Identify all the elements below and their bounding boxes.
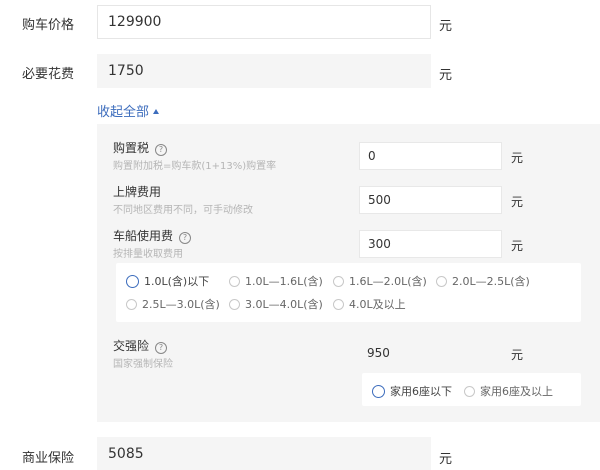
- plate-fee-title: 上牌费用: [113, 185, 162, 199]
- purchase-tax-unit: 元: [511, 151, 524, 165]
- commercial-insurance-input: 5085: [97, 437, 431, 470]
- compulsory-insurance-unit: 元: [511, 348, 524, 362]
- required-fees-input: 1750: [97, 54, 431, 88]
- collapse-all-link[interactable]: 收起全部: [97, 101, 160, 120]
- radio-icon: [126, 275, 139, 288]
- displacement-option[interactable]: 4.0L及以上: [333, 296, 406, 312]
- purchase-price-input[interactable]: 129900: [97, 5, 431, 39]
- compulsory-insurance-title: 交强险: [113, 339, 150, 353]
- plate-fee-title-row: 上牌费用: [113, 183, 161, 200]
- displacement-option[interactable]: 2.0L—2.5L(含): [436, 273, 530, 289]
- seat-type-option[interactable]: 家用6座以下: [372, 383, 452, 399]
- required-fees-label: 必要花费: [22, 67, 75, 82]
- radio-icon: [436, 276, 447, 287]
- plate-fee-subtitle: 不同地区费用不同，可手动修改: [113, 205, 253, 216]
- vessel-tax-title-row: 车船使用费?: [113, 227, 192, 244]
- purchase-price-unit: 元: [439, 19, 453, 34]
- caret-up-icon: [153, 109, 160, 114]
- radio-icon: [333, 299, 344, 310]
- seat-type-option[interactable]: 家用6座及以上: [464, 383, 553, 399]
- purchase-price-label: 购车价格: [22, 18, 75, 33]
- compulsory-insurance-subtitle: 国家强制保险: [113, 359, 173, 370]
- vessel-tax-subtitle: 按排量收取费用: [113, 249, 183, 260]
- radio-icon: [229, 276, 240, 287]
- displacement-option[interactable]: 1.0L—1.6L(含): [229, 273, 323, 289]
- vessel-tax-title: 车船使用费: [113, 229, 174, 243]
- vessel-tax-unit: 元: [511, 239, 524, 253]
- help-icon[interactable]: ?: [155, 342, 168, 354]
- purchase-tax-input[interactable]: 0: [359, 142, 502, 170]
- displacement-option[interactable]: 1.0L(含)以下: [126, 273, 209, 289]
- purchase-tax-subtitle: 购置附加税=购车款(1+13%)购置率: [113, 161, 277, 172]
- purchase-tax-title: 购置税: [113, 141, 150, 155]
- vessel-tax-input[interactable]: 300: [359, 230, 502, 258]
- plate-fee-input[interactable]: 500: [359, 186, 502, 214]
- radio-icon: [333, 276, 344, 287]
- collapse-all-label: 收起全部: [97, 105, 150, 120]
- purchase-tax-title-row: 购置税?: [113, 139, 168, 156]
- displacement-option[interactable]: 1.6L—2.0L(含): [333, 273, 427, 289]
- displacement-option[interactable]: 2.5L—3.0L(含): [126, 296, 220, 312]
- radio-icon: [464, 386, 475, 397]
- commercial-insurance-unit: 元: [439, 452, 453, 467]
- radio-icon: [126, 299, 137, 310]
- radio-icon: [372, 385, 385, 398]
- help-icon[interactable]: ?: [179, 232, 192, 244]
- plate-fee-unit: 元: [511, 195, 524, 209]
- compulsory-insurance-title-row: 交强险?: [113, 337, 168, 354]
- commercial-insurance-label: 商业保险: [22, 451, 75, 466]
- displacement-option[interactable]: 3.0L—4.0L(含): [229, 296, 323, 312]
- compulsory-insurance-value: 950: [367, 346, 390, 360]
- required-fees-unit: 元: [439, 68, 453, 83]
- radio-icon: [229, 299, 240, 310]
- displacement-radio-group: [116, 263, 581, 322]
- help-icon[interactable]: ?: [155, 144, 168, 156]
